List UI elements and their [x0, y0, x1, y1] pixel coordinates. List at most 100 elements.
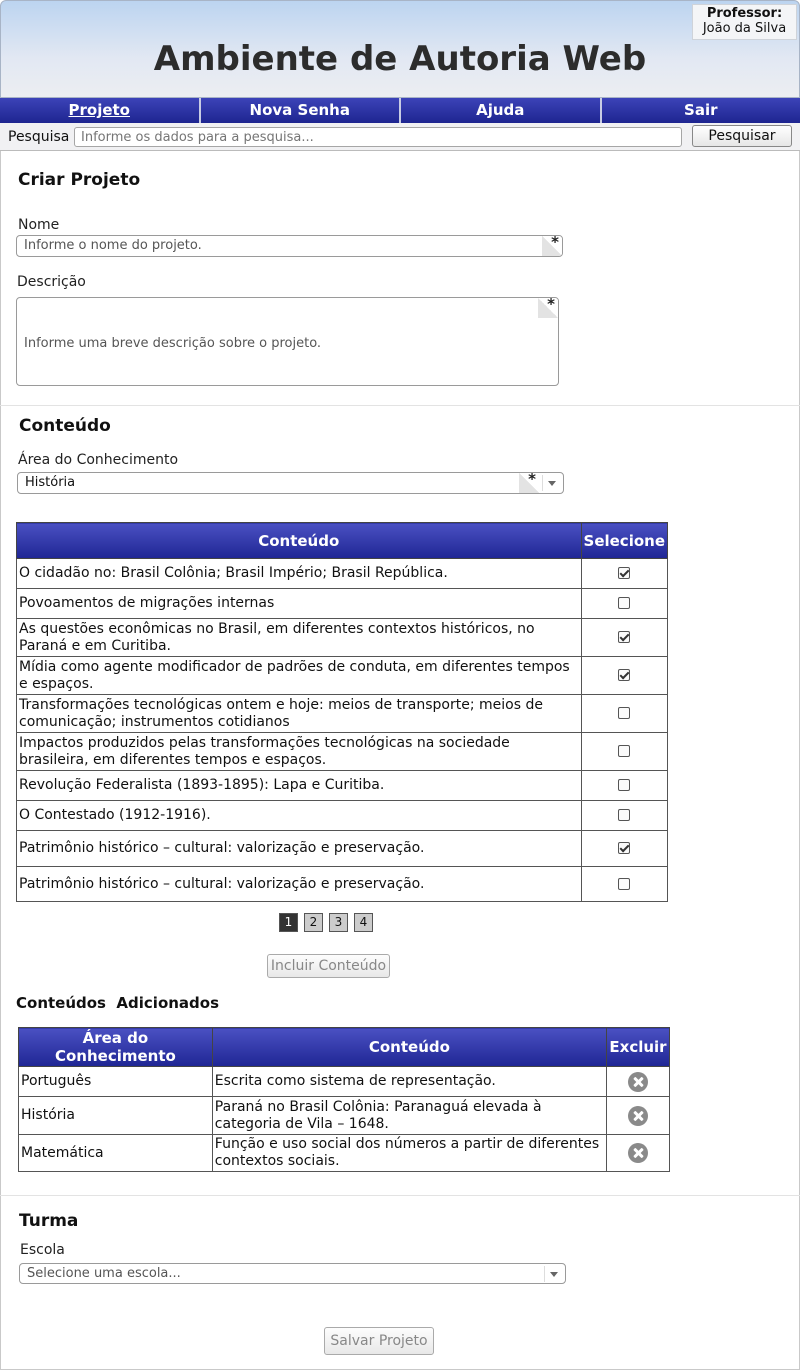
column-header-selecione: Selecione — [580, 522, 669, 559]
table-row: Patrimônio histórico – cultural: valoriz… — [16, 830, 669, 867]
required-corner: * — [542, 236, 562, 256]
area-select-value: História — [25, 475, 76, 490]
conteudo-table: Conteúdo Selecione O cidadão no: Brasil … — [16, 522, 669, 902]
tab-sair[interactable]: Sair — [601, 98, 800, 123]
table-row: Português Escrita como sistema de repres… — [18, 1066, 671, 1097]
section-title-turma: Turma — [19, 1211, 79, 1231]
conteudo-cell: As questões econômicas no Brasil, em dif… — [16, 618, 582, 657]
search-button[interactable]: Pesquisar — [692, 125, 792, 147]
delete-icon[interactable] — [627, 1105, 648, 1126]
professor-label: Professor: — [706, 6, 783, 21]
section-title-conteudos-adicionados: Conteúdos Adicionados — [16, 994, 220, 1012]
escola-placeholder: Selecione uma escola... — [27, 1266, 181, 1281]
section-divider — [0, 1195, 800, 1196]
nome-label: Nome — [18, 217, 60, 233]
search-bar: Pesquisa Pesquisar — [0, 123, 800, 151]
required-mark: * — [551, 235, 559, 251]
row-checkbox[interactable] — [618, 877, 631, 890]
tab-projeto[interactable]: Projeto — [0, 98, 201, 123]
conteudo-cell: O Contestado (1912-1916). — [16, 800, 582, 831]
tab-ajuda[interactable]: Ajuda — [401, 98, 602, 123]
chevron-down-icon[interactable] — [542, 475, 560, 491]
conteudo-cell: O cidadão no: Brasil Colônia; Brasil Imp… — [16, 558, 582, 589]
delete-icon[interactable] — [627, 1071, 648, 1092]
select-cell — [580, 588, 669, 619]
section-divider — [0, 405, 800, 406]
row-checkbox[interactable] — [618, 631, 631, 643]
professor-name: João da Silva — [702, 21, 787, 36]
table-row: Impactos produzidos pelas transformações… — [16, 732, 669, 771]
conteudo-cell: Patrimônio histórico – cultural: valoriz… — [16, 830, 582, 867]
required-corner: * — [519, 473, 539, 493]
required-mark: * — [547, 297, 555, 313]
row-checkbox[interactable] — [618, 745, 631, 757]
incluir-conteudo-button[interactable]: Incluir Conteúdo — [267, 954, 390, 978]
conteudo-cell: Transformações tecnológicas ontem e hoje… — [16, 694, 582, 733]
page-button-2[interactable]: 2 — [304, 913, 323, 932]
excluir-cell — [605, 1096, 671, 1135]
section-title-criar-projeto: Criar Projeto — [18, 170, 141, 190]
conteudo-cell: Impactos produzidos pelas transformações… — [16, 732, 582, 771]
descricao-label: Descrição — [17, 274, 86, 290]
select-cell — [580, 830, 669, 867]
table-row: Povoamentos de migrações internas — [16, 588, 669, 619]
page-button-3[interactable]: 3 — [329, 913, 348, 932]
required-corner: * — [538, 298, 558, 318]
page-button-4[interactable]: 4 — [354, 913, 373, 932]
area-cell: Português — [18, 1066, 213, 1097]
delete-icon[interactable] — [627, 1143, 648, 1163]
conteudo-cell: Paraná no Brasil Colônia: Paranaguá elev… — [211, 1096, 607, 1135]
table-row: O Contestado (1912-1916). — [16, 800, 669, 831]
search-label: Pesquisa — [8, 129, 70, 145]
conteudo-cell: Povoamentos de migrações internas — [16, 588, 582, 619]
select-cell — [580, 770, 669, 801]
row-checkbox[interactable] — [618, 779, 631, 791]
descricao-field[interactable]: Informe uma breve descrição sobre o proj… — [16, 297, 559, 386]
select-cell — [580, 558, 669, 589]
row-checkbox[interactable] — [618, 809, 631, 821]
conteudo-cell: Escrita como sistema de representação. — [211, 1066, 607, 1097]
table-row: Matemática Função e uso social dos númer… — [18, 1134, 671, 1172]
column-header-area: Área do Conhecimento — [18, 1027, 213, 1067]
excluir-cell — [605, 1066, 671, 1097]
area-label: Área do Conhecimento — [18, 452, 179, 468]
table-row: Transformações tecnológicas ontem e hoje… — [16, 694, 669, 733]
conteudo-cell: Mídia como agente modificador de padrões… — [16, 656, 582, 695]
page-button-1[interactable]: 1 — [279, 913, 298, 932]
select-cell — [580, 800, 669, 831]
nome-placeholder: Informe o nome do projeto. — [24, 238, 202, 253]
select-cell — [580, 694, 669, 733]
table-row: História Paraná no Brasil Colônia: Paran… — [18, 1096, 671, 1135]
search-input[interactable] — [74, 127, 682, 147]
row-checkbox[interactable] — [618, 669, 631, 681]
chevron-down-icon[interactable] — [544, 1266, 562, 1282]
salvar-projeto-button[interactable]: Salvar Projeto — [324, 1327, 434, 1355]
nome-field[interactable]: Informe o nome do projeto. * — [16, 235, 563, 257]
column-header-excluir: Excluir — [605, 1027, 671, 1067]
row-checkbox[interactable] — [618, 597, 631, 609]
app-header: Ambiente de Autoria Web Professor: João … — [0, 0, 800, 98]
excluir-cell — [605, 1134, 671, 1172]
column-header-conteudo: Conteúdo — [211, 1027, 607, 1067]
descricao-placeholder: Informe uma breve descrição sobre o proj… — [24, 336, 322, 351]
required-mark: * — [528, 472, 536, 488]
area-select[interactable]: História * — [17, 472, 564, 494]
table-row: As questões econômicas no Brasil, em dif… — [16, 618, 669, 657]
tab-nova-senha[interactable]: Nova Senha — [200, 98, 401, 123]
select-cell — [580, 618, 669, 657]
select-cell — [580, 866, 669, 902]
main-nav: Projeto Nova Senha Ajuda Sair — [0, 98, 800, 123]
escola-select[interactable]: Selecione uma escola... — [19, 1263, 566, 1284]
area-cell: Matemática — [18, 1134, 213, 1172]
row-checkbox[interactable] — [618, 567, 631, 579]
pagination: 1 2 3 4 — [279, 913, 373, 932]
escola-label: Escola — [20, 1242, 65, 1258]
select-cell — [580, 656, 669, 695]
select-cell — [580, 732, 669, 771]
app-title: Ambiente de Autoria Web — [153, 39, 647, 79]
professor-badge: Professor: João da Silva — [692, 4, 797, 40]
table-row: Patrimônio histórico – cultural: valoriz… — [16, 866, 669, 902]
row-checkbox[interactable] — [618, 842, 631, 854]
row-checkbox[interactable] — [618, 707, 631, 719]
adicionados-table: Área do Conhecimento Conteúdo Excluir Po… — [18, 1027, 671, 1172]
